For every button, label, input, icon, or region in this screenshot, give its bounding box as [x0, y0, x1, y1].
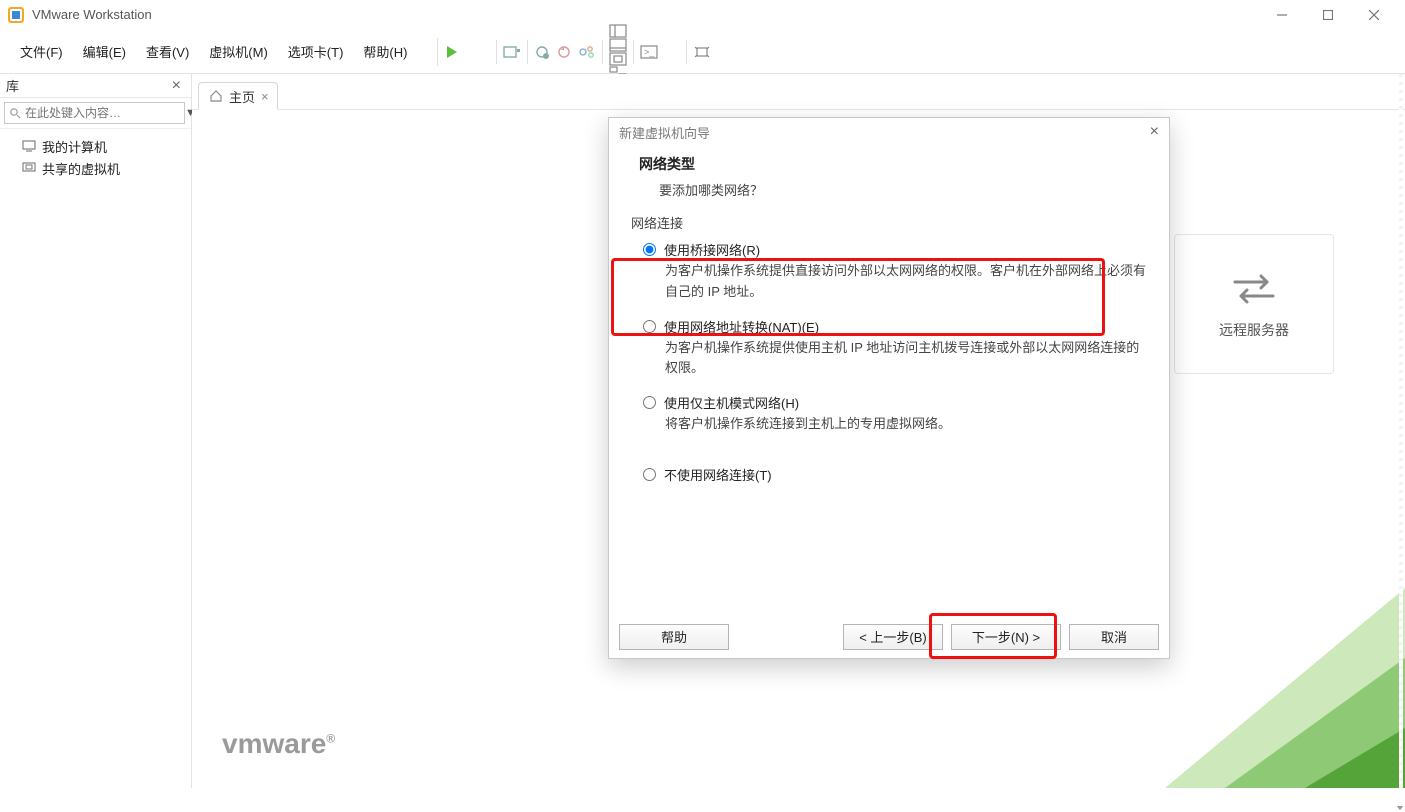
menu-vm[interactable]: 虚拟机(M)	[199, 38, 278, 65]
tab-close-icon[interactable]: ×	[261, 89, 269, 104]
tab-home[interactable]: 主页 ×	[198, 82, 278, 110]
radio-hostonly-input[interactable]	[643, 396, 656, 409]
sidebar-header: 库 ×	[0, 74, 191, 98]
view-single-icon[interactable]	[609, 38, 627, 52]
dialog-title: 新建虚拟机向导	[619, 123, 710, 142]
app-icon	[8, 7, 24, 23]
menu-bar: 文件(F) 编辑(E) 查看(V) 虚拟机(M) 选项卡(T) 帮助(H)	[0, 38, 427, 66]
home-icon	[209, 89, 223, 103]
main-area: 库 × ▼ 我的计算机 共享的虚拟机	[0, 74, 1405, 788]
tree-node-my-computer[interactable]: 我的计算机	[8, 135, 191, 157]
sidebar: 库 × ▼ 我的计算机 共享的虚拟机	[0, 74, 192, 788]
view-fullscreen-icon[interactable]	[609, 52, 627, 66]
maximize-button[interactable]	[1305, 0, 1351, 30]
sidebar-close-icon[interactable]: ×	[168, 77, 185, 95]
tool-revert-icon[interactable]	[556, 44, 572, 60]
sidebar-title: 库	[6, 76, 19, 95]
tree-node-shared-vms[interactable]: 共享的虚拟机	[8, 157, 191, 179]
radio-hostonly-label[interactable]: 使用仅主机模式网络(H)	[664, 393, 799, 412]
radio-nat-input[interactable]	[643, 320, 656, 333]
radio-hostonly[interactable]: 使用仅主机模式网络(H)	[629, 389, 1149, 412]
dialog-header: 网络类型 要添加哪类网络？	[609, 146, 1169, 213]
svg-text:>_: >_	[644, 47, 655, 57]
dialog-body: 网络连接 使用桥接网络(R) 为客户机操作系统提供直接访问外部以太网网络的权限。…	[609, 213, 1169, 614]
window-controls	[1259, 0, 1397, 30]
dialog-title-bar: 新建虚拟机向导 ×	[609, 118, 1169, 146]
radio-bridged[interactable]: 使用桥接网络(R)	[629, 236, 1149, 259]
minimize-button[interactable]	[1259, 0, 1305, 30]
new-vm-wizard-dialog: 新建虚拟机向导 × 网络类型 要添加哪类网络？ 网络连接 使用桥接网络(R) 为…	[608, 117, 1170, 659]
tree-node-label: 我的计算机	[42, 137, 107, 156]
power-on-button[interactable]	[444, 44, 490, 60]
back-button[interactable]: < 上一步(B)	[843, 624, 943, 650]
tree-node-label: 共享的虚拟机	[42, 159, 120, 178]
card-remote-server[interactable]: 远程服务器	[1174, 234, 1334, 374]
decoration-corner	[1165, 588, 1405, 788]
radio-bridged-label[interactable]: 使用桥接网络(R)	[664, 240, 760, 259]
search-icon	[9, 107, 21, 119]
radio-nat[interactable]: 使用网络地址转换(NAT)(E)	[629, 313, 1149, 336]
menu-tabs[interactable]: 选项卡(T)	[278, 38, 354, 65]
card-label: 远程服务器	[1219, 320, 1289, 340]
sidebar-search-box[interactable]	[4, 102, 185, 124]
shared-icon	[22, 162, 36, 174]
help-button[interactable]: 帮助	[619, 624, 729, 650]
dialog-subheading: 要添加哪类网络？	[639, 180, 1149, 199]
dialog-heading: 网络类型	[639, 154, 1149, 174]
right-edge-divider	[1399, 74, 1403, 788]
dialog-footer: 帮助 < 上一步(B) 下一步(N) > 取消	[609, 614, 1169, 658]
radio-none-input[interactable]	[643, 468, 656, 481]
tool-stretch-icon[interactable]	[693, 45, 733, 59]
tool-manage-snapshots-icon[interactable]	[578, 44, 596, 60]
menu-file[interactable]: 文件(F)	[10, 38, 73, 65]
radio-none-label[interactable]: 不使用网络连接(T)	[664, 465, 772, 484]
transfer-icon	[1229, 268, 1279, 308]
radio-none[interactable]: 不使用网络连接(T)	[629, 461, 1149, 484]
sidebar-search-row: ▼	[0, 98, 191, 129]
tool-screenshot-icon[interactable]	[503, 44, 521, 60]
view-split-icon[interactable]	[609, 24, 627, 38]
tab-strip: 主页 ×	[192, 74, 1405, 110]
fieldset-label: 网络连接	[629, 213, 1149, 232]
tab-label: 主页	[229, 87, 255, 106]
vmware-watermark: vmware®	[222, 728, 335, 760]
sidebar-search-input[interactable]	[25, 106, 180, 120]
tool-snapshot-icon[interactable]	[534, 44, 550, 60]
sidebar-tree: 我的计算机 共享的虚拟机	[0, 129, 191, 179]
radio-bridged-desc: 为客户机操作系统提供直接访问外部以太网网络的权限。客户机在外部网络上必须有自己的…	[629, 259, 1149, 313]
menu-help[interactable]: 帮助(H)	[353, 38, 417, 65]
close-button[interactable]	[1351, 0, 1397, 30]
cancel-button[interactable]: 取消	[1069, 624, 1159, 650]
menu-edit[interactable]: 编辑(E)	[73, 38, 136, 65]
content-area: 主页 × 远程服务器 vmware® 新建虚拟机向导 × 网络类	[192, 74, 1405, 788]
menu-view[interactable]: 查看(V)	[136, 38, 199, 65]
radio-nat-desc: 为客户机操作系统提供使用主机 IP 地址访问主机拨号连接或外部以太网网络连接的权…	[629, 336, 1149, 390]
app-title: VMware Workstation	[32, 7, 152, 22]
tool-console-icon[interactable]: >_	[640, 45, 680, 59]
next-button[interactable]: 下一步(N) >	[951, 624, 1061, 650]
radio-nat-label[interactable]: 使用网络地址转换(NAT)(E)	[664, 317, 819, 336]
radio-bridged-input[interactable]	[643, 243, 656, 256]
view-mode-group	[609, 24, 627, 80]
dialog-close-icon[interactable]: ×	[1150, 123, 1159, 141]
radio-hostonly-desc: 将客户机操作系统连接到主机上的专用虚拟网络。	[629, 412, 1149, 445]
computer-icon	[22, 140, 36, 152]
